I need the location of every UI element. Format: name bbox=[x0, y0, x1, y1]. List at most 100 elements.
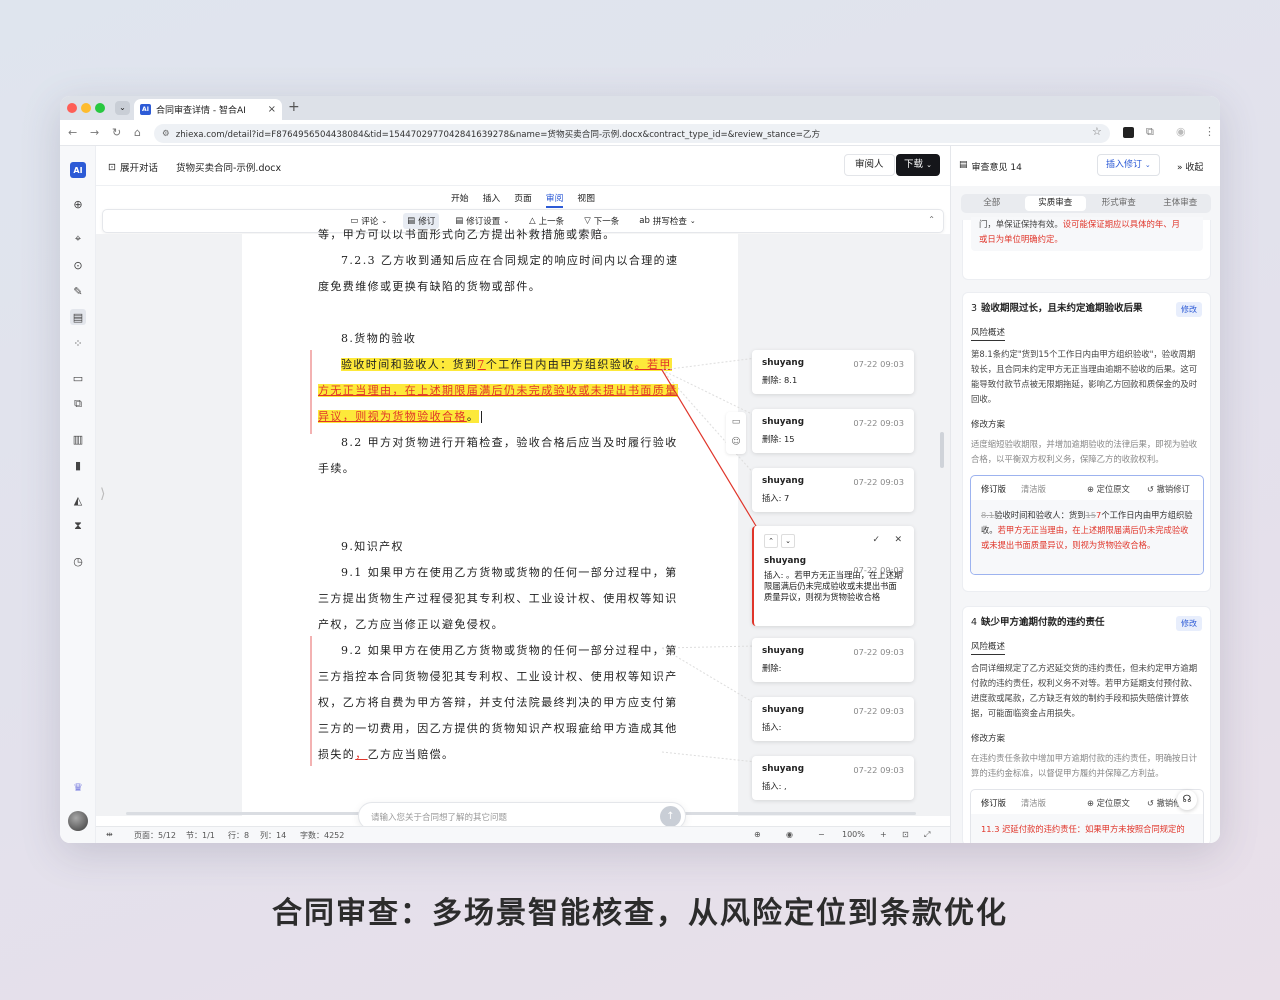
send-button[interactable]: ↑ bbox=[660, 806, 681, 827]
url-field[interactable]: ⚙ zhiexa.com/detail?id=F8764956504438084… bbox=[154, 124, 1110, 143]
tab-list-button[interactable]: ⌄ bbox=[115, 101, 130, 115]
menu-review[interactable]: 审阅 bbox=[545, 191, 564, 208]
browser-menu-icon[interactable]: ⋮ bbox=[1204, 125, 1215, 138]
fit-page-icon[interactable]: ⊡ bbox=[902, 830, 909, 839]
tab-clean[interactable]: 清洁版 bbox=[1021, 482, 1046, 497]
spellcheck-button[interactable]: ab 拼写检查 ⌄ bbox=[635, 213, 700, 229]
fullscreen-icon[interactable]: ⤢ bbox=[924, 830, 930, 840]
new-chat-icon[interactable]: ⊕ bbox=[70, 196, 86, 212]
eye-icon[interactable]: ◉ bbox=[786, 830, 793, 839]
accept-icon[interactable]: ✓ bbox=[872, 535, 880, 545]
chat-icon: ⊡ bbox=[108, 161, 116, 173]
edit-doc-icon[interactable]: ✎ bbox=[70, 283, 86, 299]
review-card[interactable]: 4 缺少甲方逾期付款的违约责任 修改 风险概述 合同详细规定了乙方迟延交货的违约责… bbox=[962, 606, 1211, 843]
zoom-out-icon[interactable]: − bbox=[818, 830, 825, 839]
review-card[interactable]: 3 验收期限过长，且未约定逾期验收后果 修改 风险概述 第8.1条约定"货到15个… bbox=[962, 292, 1211, 592]
folder-icon[interactable]: ▭ bbox=[70, 370, 86, 386]
menu-insert[interactable]: 插入 bbox=[483, 191, 501, 208]
site-info-icon[interactable]: ⚙ bbox=[162, 129, 170, 139]
double-chevron-icon: » bbox=[1177, 163, 1183, 173]
review-count: ▤ 审查意见 14 bbox=[959, 160, 1022, 173]
close-window-button[interactable] bbox=[67, 103, 77, 113]
forward-icon[interactable]: → bbox=[90, 126, 99, 139]
globe-icon[interactable]: ⊕ bbox=[754, 830, 761, 839]
comment-card[interactable]: shuyang 07-22 09:03 插入: , bbox=[752, 756, 914, 800]
tab-clean[interactable]: 清洁版 bbox=[1021, 796, 1046, 811]
apps-icon[interactable]: ⁘ bbox=[70, 335, 86, 351]
undo-revision-button[interactable]: ↺ 撤销修订 bbox=[1147, 482, 1190, 497]
profile-icon[interactable]: ◉ bbox=[1176, 125, 1186, 138]
vip-crown-icon[interactable]: ♛ bbox=[70, 779, 86, 795]
edit-button[interactable]: 修改 bbox=[1176, 616, 1202, 631]
promo-caption: 合同审查：多场景智能核查，从风险定位到条款优化 bbox=[272, 896, 1008, 931]
support-headset-icon[interactable]: ☊ bbox=[1177, 790, 1197, 810]
card-title: 3 验收期限过长，且未约定逾期验收后果 bbox=[971, 301, 1143, 316]
avatar[interactable] bbox=[68, 811, 88, 831]
bookmark-star-icon[interactable]: ☆ bbox=[1092, 125, 1102, 138]
collapse-panel-button[interactable]: » 收起 bbox=[1177, 160, 1203, 173]
comment-card-active[interactable]: ⌃ ⌄ ✓ ✕ shuyang 07-22 09:03 插入: 。若甲方无正当理… bbox=[752, 526, 914, 626]
document-page[interactable]: 等，甲方可以以书面形式向乙方提出补救措施或索赔。 7.2.3 乙方收到通知后应在… bbox=[242, 228, 738, 816]
menu-view[interactable]: 视图 bbox=[577, 191, 595, 208]
hourglass-icon[interactable]: ⧗ bbox=[70, 518, 86, 534]
add-comment-icon[interactable]: ▭ bbox=[726, 412, 746, 432]
graduation-icon[interactable]: ◭ bbox=[70, 492, 86, 508]
inserted-text: 异议，则视为货物验收合格 bbox=[318, 410, 467, 423]
new-tab-button[interactable]: + bbox=[288, 99, 300, 115]
collapse-toolbar-icon[interactable]: ⌃ bbox=[928, 215, 935, 224]
tab-all[interactable]: 全部 bbox=[961, 194, 1023, 213]
menu-page[interactable]: 页面 bbox=[514, 191, 532, 208]
library-icon[interactable]: ▮ bbox=[70, 457, 86, 473]
locate-source-button[interactable]: ⊕ 定位原文 bbox=[1087, 796, 1130, 811]
reload-icon[interactable]: ↻ bbox=[112, 126, 121, 139]
insert-revision-button[interactable]: 插入修订 ⌄ bbox=[1097, 154, 1160, 176]
doc-line: 产权，乙方应当修正以避免侵权。 bbox=[318, 618, 504, 631]
tab-revision[interactable]: 修订版 bbox=[981, 482, 1006, 497]
comment-card[interactable]: shuyang 07-22 09:03 插入: 7 bbox=[752, 468, 914, 512]
url-text: zhiexa.com/detail?id=F8764956504438084&t… bbox=[175, 129, 821, 140]
zoom-in-icon[interactable]: + bbox=[880, 830, 887, 839]
locate-source-button[interactable]: ⊕ 定位原文 bbox=[1087, 482, 1130, 497]
prev-comment-icon[interactable]: ⌃ bbox=[764, 534, 778, 548]
expand-left-handle[interactable]: ⟩ bbox=[100, 486, 105, 502]
tab-substantive[interactable]: 实质审查 bbox=[1024, 196, 1086, 211]
layout-icon[interactable]: ⇹ bbox=[106, 830, 113, 839]
tab-subject[interactable]: 主体审查 bbox=[1150, 194, 1212, 213]
maximize-window-button[interactable] bbox=[95, 103, 105, 113]
comment-card[interactable]: shuyang 07-22 09:03 删除: 15 bbox=[752, 409, 914, 453]
contract-review-icon[interactable]: ▤ bbox=[70, 309, 86, 325]
comment-card[interactable]: shuyang 07-22 09:03 插入: bbox=[752, 697, 914, 741]
doc-compare-icon[interactable]: ⧉ bbox=[70, 396, 86, 412]
tab-revision[interactable]: 修订版 bbox=[981, 796, 1006, 811]
history-icon[interactable]: ◷ bbox=[70, 553, 86, 569]
browser-tab[interactable]: AI 合同审查详情 - 智合AI × bbox=[134, 99, 282, 120]
card-number: 3 bbox=[971, 303, 978, 314]
menu-home[interactable]: 开始 bbox=[451, 191, 469, 208]
minimize-window-button[interactable] bbox=[81, 103, 91, 113]
comment-time: 07-22 09:03 bbox=[853, 477, 904, 487]
next-comment-icon[interactable]: ⌄ bbox=[781, 534, 795, 548]
download-button[interactable]: 下载 ⌄ bbox=[896, 154, 940, 176]
comment-card[interactable]: shuyang 07-22 09:03 删除: 8.1 bbox=[752, 350, 914, 394]
back-icon[interactable]: ← bbox=[68, 126, 77, 139]
tab-formal[interactable]: 形式审查 bbox=[1088, 194, 1150, 213]
doc-line: 9.2 如果甲方在使用乙方货物或货物的任何一部分过程中，第 bbox=[341, 644, 678, 657]
extensions-puzzle-icon[interactable]: ⧉ bbox=[1146, 125, 1154, 139]
revision-plan-label: 修改方案 bbox=[971, 734, 1006, 744]
revision-preview: 修订版 清洁版 ⊕ 定位原文 ↺ 撤销修 11.3 迟延付款的违约责任：如果甲方… bbox=[970, 789, 1204, 843]
reviewer-button[interactable]: 审阅人 bbox=[844, 154, 895, 176]
deleted-text: 8.1 bbox=[981, 510, 995, 520]
tab-close-icon[interactable]: × bbox=[268, 104, 276, 115]
home-icon[interactable]: ⌂ bbox=[134, 126, 141, 139]
expand-chat-button[interactable]: ⊡ 展开对话 bbox=[108, 160, 158, 175]
emoji-icon[interactable]: ☺ bbox=[726, 432, 746, 452]
vertical-scrollbar[interactable] bbox=[940, 432, 944, 468]
search-zoom-icon[interactable]: ⊙ bbox=[70, 257, 86, 273]
reject-icon[interactable]: ✕ bbox=[894, 535, 902, 545]
extension-icon[interactable] bbox=[1123, 127, 1134, 138]
telescope-icon[interactable]: ⌖ bbox=[70, 231, 86, 247]
edit-button[interactable]: 修改 bbox=[1176, 302, 1202, 317]
app-logo[interactable]: AI bbox=[70, 162, 86, 178]
building-icon[interactable]: ▥ bbox=[70, 431, 86, 447]
comment-card[interactable]: shuyang 07-22 09:03 删除: bbox=[752, 638, 914, 682]
